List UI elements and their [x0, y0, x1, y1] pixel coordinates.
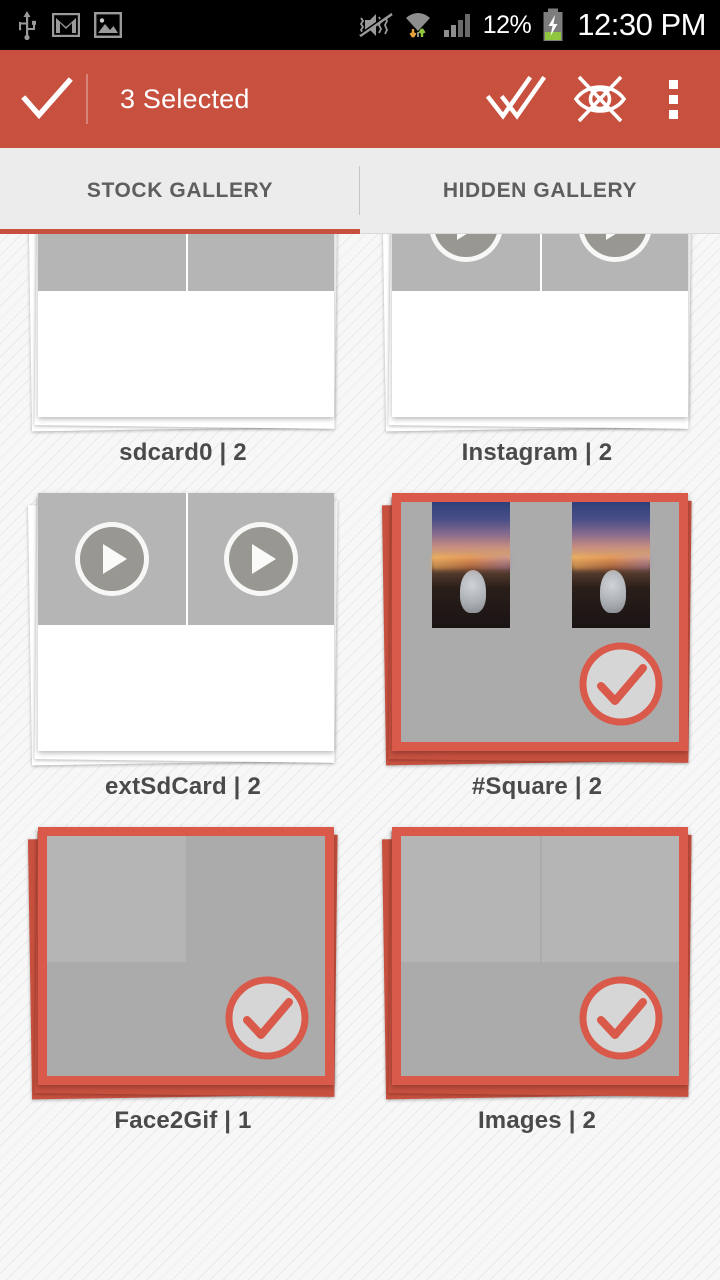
action-bar-actions: [474, 57, 704, 141]
album-thumbnail[interactable]: [401, 836, 540, 962]
action-bar-divider: [86, 74, 88, 124]
confirm-selection-button[interactable]: [16, 68, 78, 130]
album-thumbnail[interactable]: [540, 234, 688, 291]
tab-stock-gallery[interactable]: STOCK GALLERY: [0, 148, 360, 238]
album-label: Images | 2: [477, 1107, 597, 1134]
album-card-face[interactable]: [392, 493, 688, 751]
gmail-icon: [52, 13, 80, 37]
album-thumbnail[interactable]: [401, 502, 540, 628]
album-card[interactable]: extSdCard | 2: [6, 475, 360, 809]
album-card-face[interactable]: [38, 827, 334, 1085]
album-row: extSdCard | 2 #Square | 2: [6, 475, 714, 809]
more-vertical-icon: [668, 79, 678, 119]
battery-percent-label: 12%: [482, 10, 532, 39]
album-card-face[interactable]: [392, 234, 688, 417]
album-thumbnail[interactable]: [38, 234, 186, 291]
album-card-face[interactable]: [392, 827, 688, 1085]
album-thumbnails: [47, 836, 325, 962]
status-bar: 12% 12:30 PM: [0, 0, 720, 50]
album-selected-badge[interactable]: [575, 638, 667, 730]
album-thumbnail[interactable]: [540, 836, 679, 962]
album-label: #Square | 2: [471, 773, 603, 800]
tab-bar: STOCK GALLERY HIDDEN GALLERY: [0, 148, 720, 238]
selected-check-icon: [579, 642, 663, 726]
album-thumbnail[interactable]: [47, 836, 186, 962]
eye-crossed-icon: [573, 75, 627, 123]
overflow-menu-button[interactable]: [642, 57, 704, 141]
album-label: sdcard0 | 2: [119, 439, 247, 466]
tab-hidden-gallery-label: HIDDEN GALLERY: [442, 178, 638, 202]
tab-hidden-gallery[interactable]: HIDDEN GALLERY: [360, 148, 720, 233]
play-icon: [578, 234, 652, 262]
album-card-stack: [378, 493, 696, 766]
album-thumbnails: [401, 836, 679, 962]
selected-check-icon: [579, 976, 663, 1060]
status-bar-right-icons: 12% 12:30 PM: [359, 7, 710, 43]
image-icon: [94, 12, 122, 38]
album-row: Face2Gif | 1 Images | 2: [6, 809, 714, 1143]
action-bar: 3 Selected: [0, 50, 720, 148]
album-thumbnail[interactable]: [186, 836, 325, 962]
clock-label: 12:30 PM: [577, 7, 706, 42]
album-card-stack: [378, 827, 696, 1100]
album-card-stack: [24, 827, 342, 1100]
album-thumbnail-image: [431, 502, 510, 628]
album-thumbnail[interactable]: [392, 234, 540, 291]
status-bar-left-icons: [16, 10, 122, 40]
usb-icon: [19, 11, 36, 40]
album-thumbnails: [401, 502, 679, 628]
album-selected-badge[interactable]: [575, 972, 667, 1064]
album-thumbnail[interactable]: [186, 493, 334, 625]
album-thumbnails: [392, 234, 688, 291]
selected-check-icon: [225, 976, 309, 1060]
selection-count-title: 3 Selected: [120, 83, 250, 114]
wifi-icon: [405, 13, 430, 38]
play-icon: [429, 234, 503, 262]
check-icon: [21, 77, 73, 120]
album-row: sdcard0 | 2 Instagram | 2: [6, 234, 714, 475]
album-card[interactable]: sdcard0 | 2: [6, 234, 360, 475]
album-card-stack: [24, 493, 342, 766]
play-icon: [224, 522, 298, 596]
signal-icon: [443, 14, 470, 37]
album-card[interactable]: #Square | 2: [360, 475, 714, 809]
album-selected-badge[interactable]: [221, 972, 313, 1064]
album-thumbnail[interactable]: [186, 234, 334, 291]
album-thumbnail-image: [571, 502, 650, 628]
select-all-button[interactable]: [474, 57, 558, 141]
tab-stock-gallery-label: STOCK GALLERY: [86, 178, 274, 202]
album-thumbnails: [38, 234, 334, 291]
album-label: Instagram | 2: [461, 439, 613, 466]
album-card[interactable]: Instagram | 2: [360, 234, 714, 475]
double-check-icon: [486, 76, 546, 120]
album-card-face[interactable]: [38, 234, 334, 417]
play-icon: [75, 522, 149, 596]
album-card[interactable]: Face2Gif | 1: [6, 809, 360, 1143]
battery-charging-icon: [543, 8, 563, 41]
album-label: extSdCard | 2: [104, 773, 262, 800]
vibrate-off-icon: [359, 12, 393, 38]
album-thumbnail[interactable]: [540, 502, 679, 628]
album-thumbnails: [38, 493, 334, 625]
album-label: Face2Gif | 1: [114, 1107, 252, 1134]
album-card-stack: [24, 234, 342, 432]
gallery-scroll-area[interactable]: sdcard0 | 2 Instagram | 2 extSdCard | 2 #Sq…: [0, 234, 720, 1280]
hide-button[interactable]: [558, 57, 642, 141]
album-card-face[interactable]: [38, 493, 334, 751]
album-thumbnail[interactable]: [38, 493, 186, 625]
album-card[interactable]: Images | 2: [360, 809, 714, 1143]
album-grid: sdcard0 | 2 Instagram | 2 extSdCard | 2 #Sq…: [0, 234, 720, 1143]
album-card-stack: [378, 234, 696, 432]
